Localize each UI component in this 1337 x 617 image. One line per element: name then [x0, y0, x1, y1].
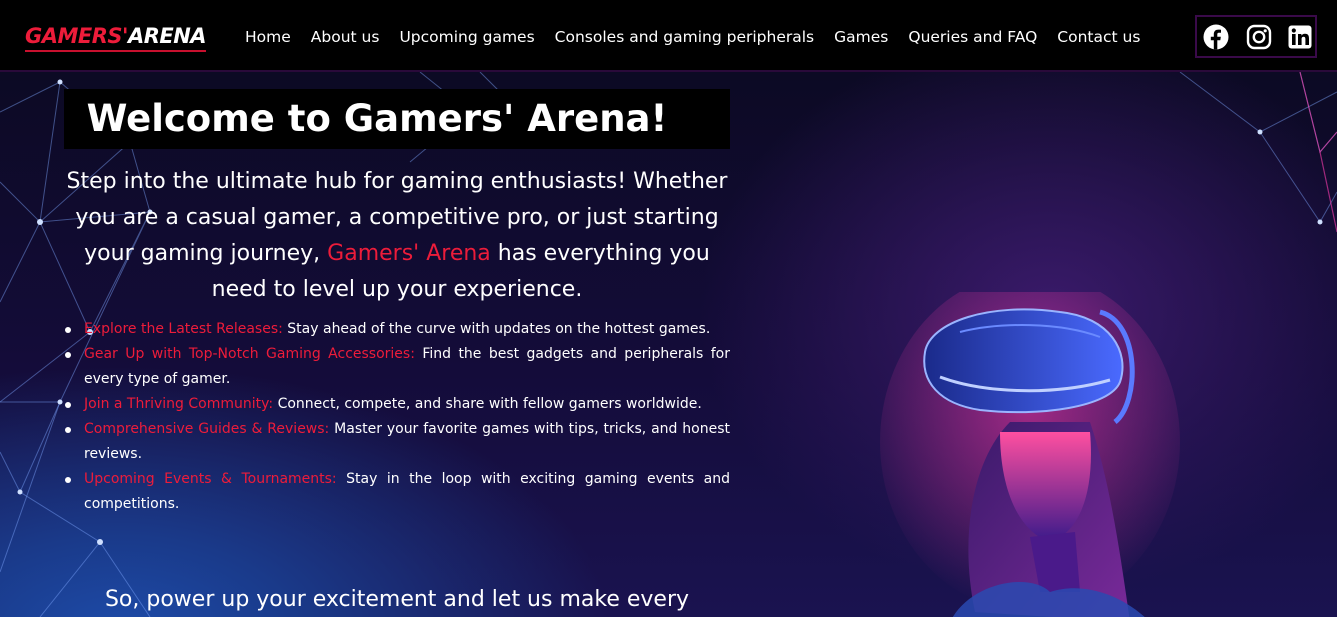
list-item: Gear Up with Top-Notch Gaming Accessorie…: [65, 342, 730, 392]
brand-logo-part1: GAMERS': [25, 24, 128, 48]
facebook-icon[interactable]: [1203, 24, 1229, 50]
main-nav: Home About us Upcoming games Consoles an…: [245, 26, 1140, 48]
social-links: [1195, 15, 1317, 58]
list-item: Join a Thriving Community: Connect, comp…: [65, 392, 730, 417]
intro-brand-highlight: Gamers' Arena: [327, 241, 491, 266]
navbar: GAMERS'ARENA Home About us Upcoming game…: [0, 0, 1337, 72]
linkedin-icon[interactable]: [1287, 24, 1313, 50]
feature-list: Explore the Latest Releases: Stay ahead …: [65, 317, 730, 517]
feature-lead: Explore the Latest Releases:: [84, 321, 283, 337]
instagram-icon[interactable]: [1246, 24, 1272, 50]
feature-text: Stay ahead of the curve with updates on …: [282, 321, 711, 337]
nav-item-upcoming-games[interactable]: Upcoming games: [399, 26, 534, 48]
list-item: Comprehensive Guides & Reviews: Master y…: [65, 417, 730, 467]
vr-headset-illustration: [880, 292, 1180, 617]
intro-paragraph: Step into the ultimate hub for gaming en…: [66, 164, 728, 308]
nav-item-home[interactable]: Home: [245, 26, 291, 48]
brand-logo-part2: ARENA: [127, 24, 207, 48]
feature-lead: Upcoming Events & Tournaments:: [84, 471, 337, 487]
nav-item-queries-faq[interactable]: Queries and FAQ: [908, 26, 1037, 48]
feature-lead: Join a Thriving Community:: [84, 396, 274, 412]
page-title: Welcome to Gamers' Arena!: [86, 97, 668, 140]
feature-lead: Gear Up with Top-Notch Gaming Accessorie…: [84, 346, 415, 362]
feature-lead: Comprehensive Guides & Reviews:: [84, 421, 330, 437]
list-item: Explore the Latest Releases: Stay ahead …: [65, 317, 730, 342]
brand-logo[interactable]: GAMERS'ARENA: [25, 22, 207, 52]
welcome-title-box: Welcome to Gamers' Arena!: [64, 89, 730, 149]
outro-paragraph: So, power up your excitement and let us …: [104, 587, 690, 612]
feature-text: Connect, compete, and share with fellow …: [273, 396, 702, 412]
nav-item-consoles[interactable]: Consoles and gaming peripherals: [555, 26, 814, 48]
nav-item-contact-us[interactable]: Contact us: [1057, 26, 1140, 48]
list-item: Upcoming Events & Tournaments: Stay in t…: [65, 467, 730, 517]
nav-item-about-us[interactable]: About us: [311, 26, 380, 48]
hero-section: Welcome to Gamers' Arena! Step into the …: [0, 72, 1337, 617]
nav-item-games[interactable]: Games: [834, 26, 888, 48]
